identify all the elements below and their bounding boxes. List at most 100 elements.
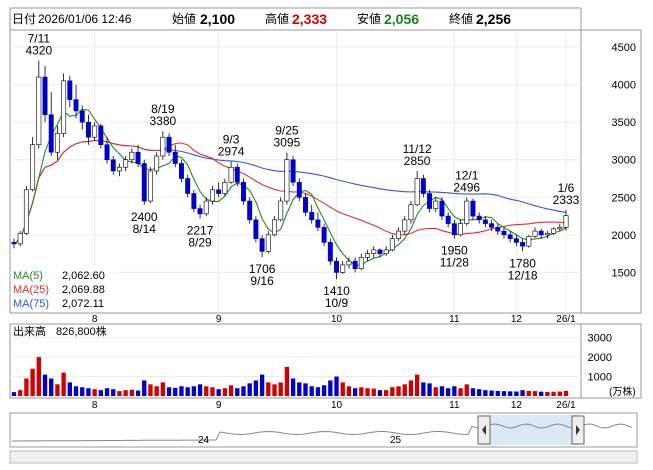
volume-bar	[346, 386, 352, 396]
candle-body	[234, 166, 240, 183]
volume-bar	[117, 391, 122, 396]
x-tick-label: 8	[92, 314, 98, 325]
x-tick-label: 10	[331, 314, 343, 325]
volume-bar	[476, 389, 482, 396]
volume-bar	[520, 390, 525, 396]
annotation-date: 12/18	[508, 268, 538, 282]
x-tick-label: 12	[511, 314, 523, 325]
candle-body	[79, 110, 85, 123]
volume-bar	[470, 388, 476, 396]
annotation-price: 2333	[553, 193, 580, 207]
annotation-date: 8/29	[188, 236, 212, 250]
volume-value: 826,800株	[56, 324, 107, 338]
volume-bar	[204, 386, 209, 396]
x-axis-top: 8 9 10 11 12 26/1	[92, 314, 576, 325]
volume-bar	[98, 390, 104, 396]
volume-bar	[241, 386, 246, 396]
candle-body	[352, 260, 358, 269]
volume-bar	[173, 387, 178, 396]
candle	[30, 137, 36, 192]
volume-bar	[445, 388, 451, 396]
candle-body	[17, 233, 23, 245]
candle-body	[482, 219, 488, 224]
volume-bar	[259, 374, 265, 396]
volume-bar	[321, 385, 327, 396]
volume-bar	[563, 390, 569, 396]
legend-ma5-label: MA(5)	[13, 270, 43, 282]
candle-body	[241, 181, 246, 202]
candle-body	[513, 238, 519, 243]
volume-bar	[377, 390, 383, 396]
volume-bar	[30, 368, 35, 396]
candle-body	[228, 166, 234, 183]
candle-body	[563, 215, 569, 228]
volume-bar	[179, 386, 184, 396]
volume-bar	[11, 392, 17, 396]
price-tick-label: 2000	[612, 230, 636, 242]
volume-bar	[61, 372, 66, 396]
candle-body	[427, 193, 433, 209]
candle-body	[73, 99, 79, 112]
candle-body	[23, 189, 29, 234]
volume-bar	[266, 382, 271, 396]
volume-bar	[402, 384, 407, 396]
candle-body	[383, 249, 389, 254]
date-label: 日付	[12, 12, 36, 26]
candle-body	[85, 121, 91, 138]
volume-unit: (万株)	[609, 385, 636, 398]
candle-body	[414, 178, 420, 206]
candle-body	[278, 200, 284, 221]
candle-body	[67, 80, 73, 100]
candle	[290, 155, 296, 187]
candle-body	[408, 204, 414, 221]
volume-bar	[464, 384, 469, 396]
volume-bar	[365, 388, 370, 396]
candle-body	[526, 236, 532, 247]
volume-bar	[228, 385, 234, 396]
ma-legend: MA(5) 2,062.60 MA(25) 2,069.88 MA(75) 2,…	[11, 267, 119, 310]
navigator-handle-right[interactable]	[571, 415, 585, 445]
date-value: 2026/01/06 12:46	[38, 12, 132, 26]
candle	[241, 178, 246, 205]
candle-body	[141, 163, 147, 202]
candle	[247, 197, 253, 224]
volume-bar	[495, 390, 500, 396]
candle-body	[36, 76, 42, 146]
candle-body	[346, 260, 352, 266]
volume-tick-label: 2000	[588, 352, 612, 364]
candle-body	[445, 215, 451, 224]
price-tick-label: 4000	[612, 80, 636, 92]
candle-body	[532, 230, 538, 237]
volume-bar	[371, 388, 376, 396]
candle	[23, 186, 29, 235]
volume-bar	[148, 384, 153, 396]
annotation-date: 8/14	[133, 222, 157, 236]
candle-body	[476, 215, 482, 221]
volume-bar	[539, 391, 544, 396]
horizontal-scrollbar[interactable]	[9, 450, 638, 464]
annotation-price: 2974	[218, 145, 245, 159]
volume-bar	[383, 390, 389, 396]
volume-bar	[508, 391, 513, 396]
open-value: 2,100	[200, 11, 235, 27]
annotation-price: 2496	[453, 181, 480, 195]
volume-bar	[390, 387, 395, 396]
volume-bar	[439, 386, 445, 396]
candle-body	[358, 257, 364, 269]
legend-ma25-label: MA(25)	[13, 284, 49, 296]
candle	[61, 73, 67, 138]
volume-bar	[290, 378, 296, 396]
navigator-selection[interactable]	[480, 415, 579, 445]
candle-body	[371, 249, 377, 254]
x-tick-label: 26/1	[556, 400, 576, 411]
candle-body	[538, 230, 544, 236]
volume-tick-label: 1000	[588, 372, 612, 384]
volume-bar	[235, 388, 240, 396]
volume-bar	[427, 383, 432, 396]
navigator-handle-left[interactable]	[477, 415, 491, 445]
x-tick-label: 9	[216, 314, 222, 325]
candle	[147, 167, 153, 204]
candle	[284, 152, 290, 205]
candle-body	[389, 238, 395, 251]
candle-body	[104, 144, 110, 161]
